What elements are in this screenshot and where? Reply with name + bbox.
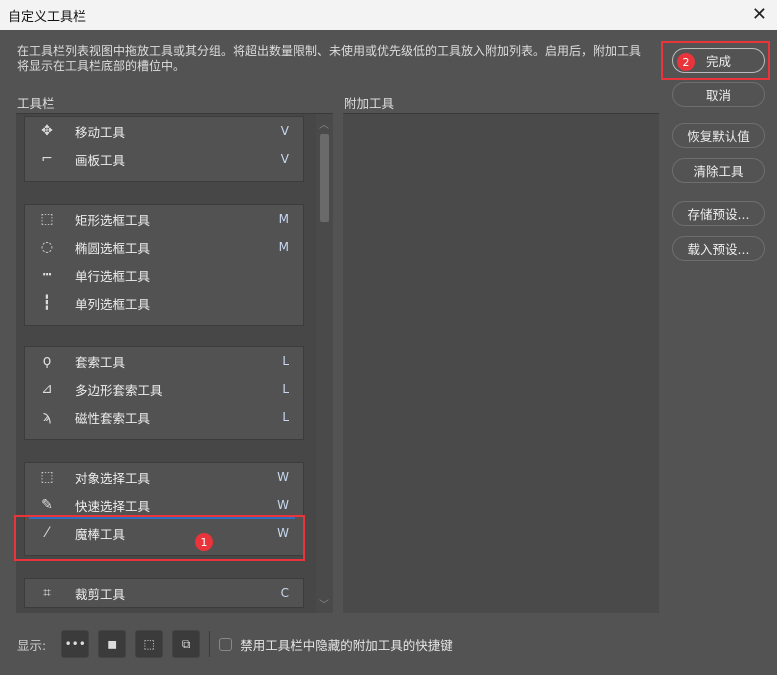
tool-shortcut: C — [280, 586, 289, 600]
divider — [209, 631, 211, 657]
tool-shortcut: W — [277, 470, 289, 484]
save-preset-button[interactable]: 存储预设... — [672, 201, 765, 226]
dialog-title: 自定义工具栏 — [8, 9, 87, 25]
checkbox-label[interactable]: 禁用工具栏中隐藏的附加工具的快捷键 — [240, 635, 453, 654]
tool-item[interactable]: ϙ 套索工具 L — [25, 347, 303, 375]
lasso-icon: ϙ — [42, 353, 52, 369]
tool-item[interactable]: ϡ 磁性套索工具 L — [25, 403, 303, 431]
tool-name: 画板工具 — [75, 152, 126, 168]
tool-name: 套索工具 — [75, 354, 126, 370]
move-icon: ✥ — [41, 123, 53, 139]
tool-shortcut: L — [282, 354, 289, 368]
more-dots-button[interactable]: ••• — [61, 630, 90, 658]
tool-group[interactable]: ϙ 套索工具 L ⊿ 多边形套索工具 Lϡ 磁性套索工具 L — [24, 346, 304, 440]
tool-name: 裁剪工具 — [75, 586, 126, 602]
tool-group[interactable]: ⌗ 裁剪工具 C — [24, 578, 304, 608]
load-preset-button[interactable]: 载入预设... — [672, 236, 765, 261]
tool-item[interactable]: ⌐ 画板工具 V — [25, 145, 303, 173]
tool-name: 椭圆选框工具 — [75, 240, 151, 256]
tool-name: 对象选择工具 — [75, 470, 151, 486]
crop-icon: ⌗ — [43, 585, 51, 601]
single-row-marquee-icon: ┅ — [42, 267, 52, 283]
highlight-box-1 — [14, 515, 305, 561]
tool-name: 快速选择工具 — [75, 498, 151, 514]
tool-shortcut: W — [277, 498, 289, 512]
tool-shortcut: M — [278, 240, 289, 254]
artboard-icon: ⌐ — [41, 151, 53, 167]
restore-defaults-button[interactable]: 恢复默认值 — [672, 123, 765, 148]
scroll-down-icon[interactable]: ﹀ — [319, 596, 329, 611]
tool-name: 矩形选框工具 — [75, 212, 151, 228]
tool-item[interactable]: ◌ 椭圆选框工具 M — [25, 233, 303, 261]
tool-shortcut: M — [278, 212, 289, 226]
tool-name: 多边形套索工具 — [75, 382, 163, 398]
description: 在工具栏列表视图中拖放工具或其分组。将超出数量限制、未使用或优先级低的工具放入附… — [17, 44, 642, 73]
badge-1: 1 — [195, 533, 213, 551]
polygon-lasso-icon: ⊿ — [41, 381, 53, 397]
quick-select-icon: ✎ — [41, 497, 53, 513]
color-swatch-button[interactable]: ◼ — [98, 630, 127, 658]
tool-group[interactable]: ✥ 移动工具 V ⌐ 画板工具 V — [24, 116, 304, 182]
screen-mode-button[interactable]: ⧉ — [172, 630, 201, 658]
scroll-up-icon[interactable]: ︿ — [319, 116, 329, 131]
title-bar: 自定义工具栏 ✕ — [0, 0, 777, 30]
extra-tools-label: 附加工具 — [344, 96, 395, 111]
tool-shortcut: V — [280, 124, 289, 138]
show-label: 显示: — [17, 637, 47, 653]
tool-item[interactable]: ⬚ 对象选择工具 W — [25, 463, 303, 491]
tool-item[interactable]: ⊿ 多边形套索工具 L — [25, 375, 303, 403]
tool-shortcut: V — [280, 152, 289, 166]
tool-name: 磁性套索工具 — [75, 410, 151, 426]
tool-name: 单行选框工具 — [75, 268, 151, 284]
magnetic-lasso-icon: ϡ — [42, 409, 52, 425]
tool-item[interactable]: ⬚ 矩形选框工具 M — [25, 205, 303, 233]
extra-tools-list[interactable] — [343, 113, 659, 613]
tool-name: 单列选框工具 — [75, 296, 151, 312]
display-bar: 显示: ••• ◼ ⬚ ⧉ 禁用工具栏中隐藏的附加工具的快捷键 — [17, 630, 453, 658]
tool-item[interactable]: ⌗ 裁剪工具 C — [25, 579, 303, 607]
tool-item[interactable]: ✥ 移动工具 V — [25, 117, 303, 145]
scrollbar[interactable]: ︿ ﹀ — [316, 114, 333, 613]
tool-shortcut: L — [282, 410, 289, 424]
badge-2: 2 — [677, 53, 695, 71]
tool-item[interactable]: ┇ 单列选框工具 — [25, 289, 303, 317]
cancel-button[interactable]: 取消 — [672, 82, 765, 107]
object-select-icon: ⬚ — [40, 469, 54, 485]
toolbar-label: 工具栏 — [17, 96, 55, 111]
close-icon[interactable]: ✕ — [752, 4, 767, 25]
tool-group[interactable]: ⬚ 矩形选框工具 M ◌ 椭圆选框工具 M ┅ 单行选框工具 ┇ 单列选框工具 — [24, 204, 304, 326]
single-column-marquee-icon: ┇ — [42, 295, 52, 311]
clear-tools-button[interactable]: 清除工具 — [672, 158, 765, 183]
tool-shortcut: L — [282, 382, 289, 396]
disable-shortcuts-checkbox[interactable] — [219, 637, 233, 651]
rect-marquee-icon: ⬚ — [40, 211, 54, 227]
ellipse-marquee-icon: ◌ — [40, 239, 54, 255]
quick-mask-button[interactable]: ⬚ — [135, 630, 164, 658]
tool-item[interactable]: ┅ 单行选框工具 — [25, 261, 303, 289]
tool-name: 移动工具 — [75, 124, 126, 140]
scroll-thumb[interactable] — [320, 134, 329, 222]
